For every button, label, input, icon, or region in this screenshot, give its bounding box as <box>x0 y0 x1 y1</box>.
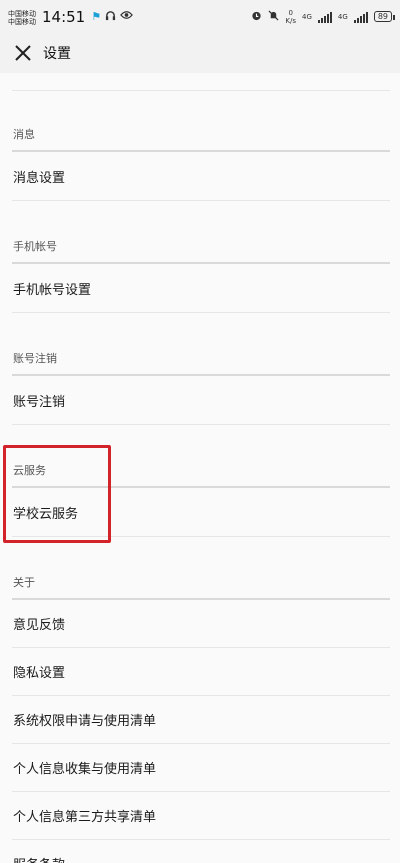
divider <box>12 598 390 600</box>
row-label: 消息设置 <box>13 170 66 186</box>
row-label: 隐私设置 <box>13 665 66 681</box>
row-system-permissions-list[interactable]: 系统权限申请与使用清单 <box>0 697 400 741</box>
network-type-2: 4G <box>337 12 348 21</box>
divider <box>12 743 390 744</box>
row-personal-info-collection-list[interactable]: 个人信息收集与使用清单 <box>0 745 400 789</box>
row-label: 意见反馈 <box>13 617 66 633</box>
status-icons-left: ⚑ <box>91 10 133 24</box>
divider <box>12 424 390 425</box>
battery-icon: 89 <box>373 11 396 22</box>
signal-icon-1 <box>317 11 332 23</box>
status-bar: 中国移动 中国移动 14:51 ⚑ 0 K/s 4G 4G 89 <box>0 0 400 33</box>
divider <box>12 90 390 91</box>
row-label: 系统权限申请与使用清单 <box>13 713 157 729</box>
carrier-1: 中国移动 <box>8 9 36 18</box>
row-label: 手机帐号设置 <box>13 282 92 298</box>
section-title-account-cancel: 账号注销 <box>13 352 57 365</box>
carrier-2: 中国移动 <box>8 17 36 26</box>
divider <box>12 791 390 792</box>
close-icon <box>15 45 31 61</box>
eye-icon <box>120 10 133 23</box>
row-label: 个人信息第三方共享清单 <box>13 809 157 825</box>
section-title-about: 关于 <box>13 576 35 589</box>
row-phone-account-settings[interactable]: 手机帐号设置 <box>0 266 400 310</box>
row-label: 个人信息收集与使用清单 <box>13 761 157 777</box>
divider <box>12 312 390 313</box>
row-privacy-settings[interactable]: 隐私设置 <box>0 649 400 693</box>
status-time: 14:51 <box>42 7 86 26</box>
divider <box>12 695 390 696</box>
net-speed: 0 K/s <box>285 9 296 25</box>
row-label: 服务条款 <box>13 854 65 863</box>
divider <box>12 374 390 376</box>
row-label: 账号注销 <box>13 394 66 410</box>
close-button[interactable] <box>8 38 38 68</box>
mute-bell-icon <box>268 9 279 24</box>
alarm-icon <box>251 10 262 24</box>
divider <box>12 839 390 840</box>
settings-list[interactable]: 消息 消息设置 手机帐号 手机帐号设置 账号注销 账号注销 云服务 学校云服务 … <box>0 73 400 863</box>
divider <box>12 200 390 201</box>
row-third-party-sharing-list[interactable]: 个人信息第三方共享清单 <box>0 793 400 837</box>
row-account-cancel[interactable]: 账号注销 <box>0 378 400 422</box>
headphones-icon <box>105 10 116 24</box>
net-speed-value: 0 <box>288 8 293 17</box>
row-terms-of-service[interactable]: 服务条款 <box>0 841 400 863</box>
status-icons-right: 0 K/s 4G 4G 89 <box>251 9 396 25</box>
signal-icon-2 <box>353 11 368 23</box>
network-type-1: 4G <box>302 12 312 21</box>
row-feedback[interactable]: 意见反馈 <box>0 601 400 645</box>
carrier-labels: 中国移动 中国移动 <box>8 10 36 26</box>
divider <box>12 150 390 152</box>
highlight-annotation-box <box>3 445 111 543</box>
page-title: 设置 <box>43 46 71 62</box>
page-header: 设置 <box>0 33 400 73</box>
app-notification-icon: ⚑ <box>91 10 102 23</box>
section-title-messages: 消息 <box>13 128 35 141</box>
section-title-phone-account: 手机帐号 <box>13 240 57 253</box>
net-speed-unit: K/s <box>285 16 297 25</box>
divider <box>12 262 390 264</box>
divider <box>12 647 390 648</box>
row-message-settings[interactable]: 消息设置 <box>0 154 400 198</box>
